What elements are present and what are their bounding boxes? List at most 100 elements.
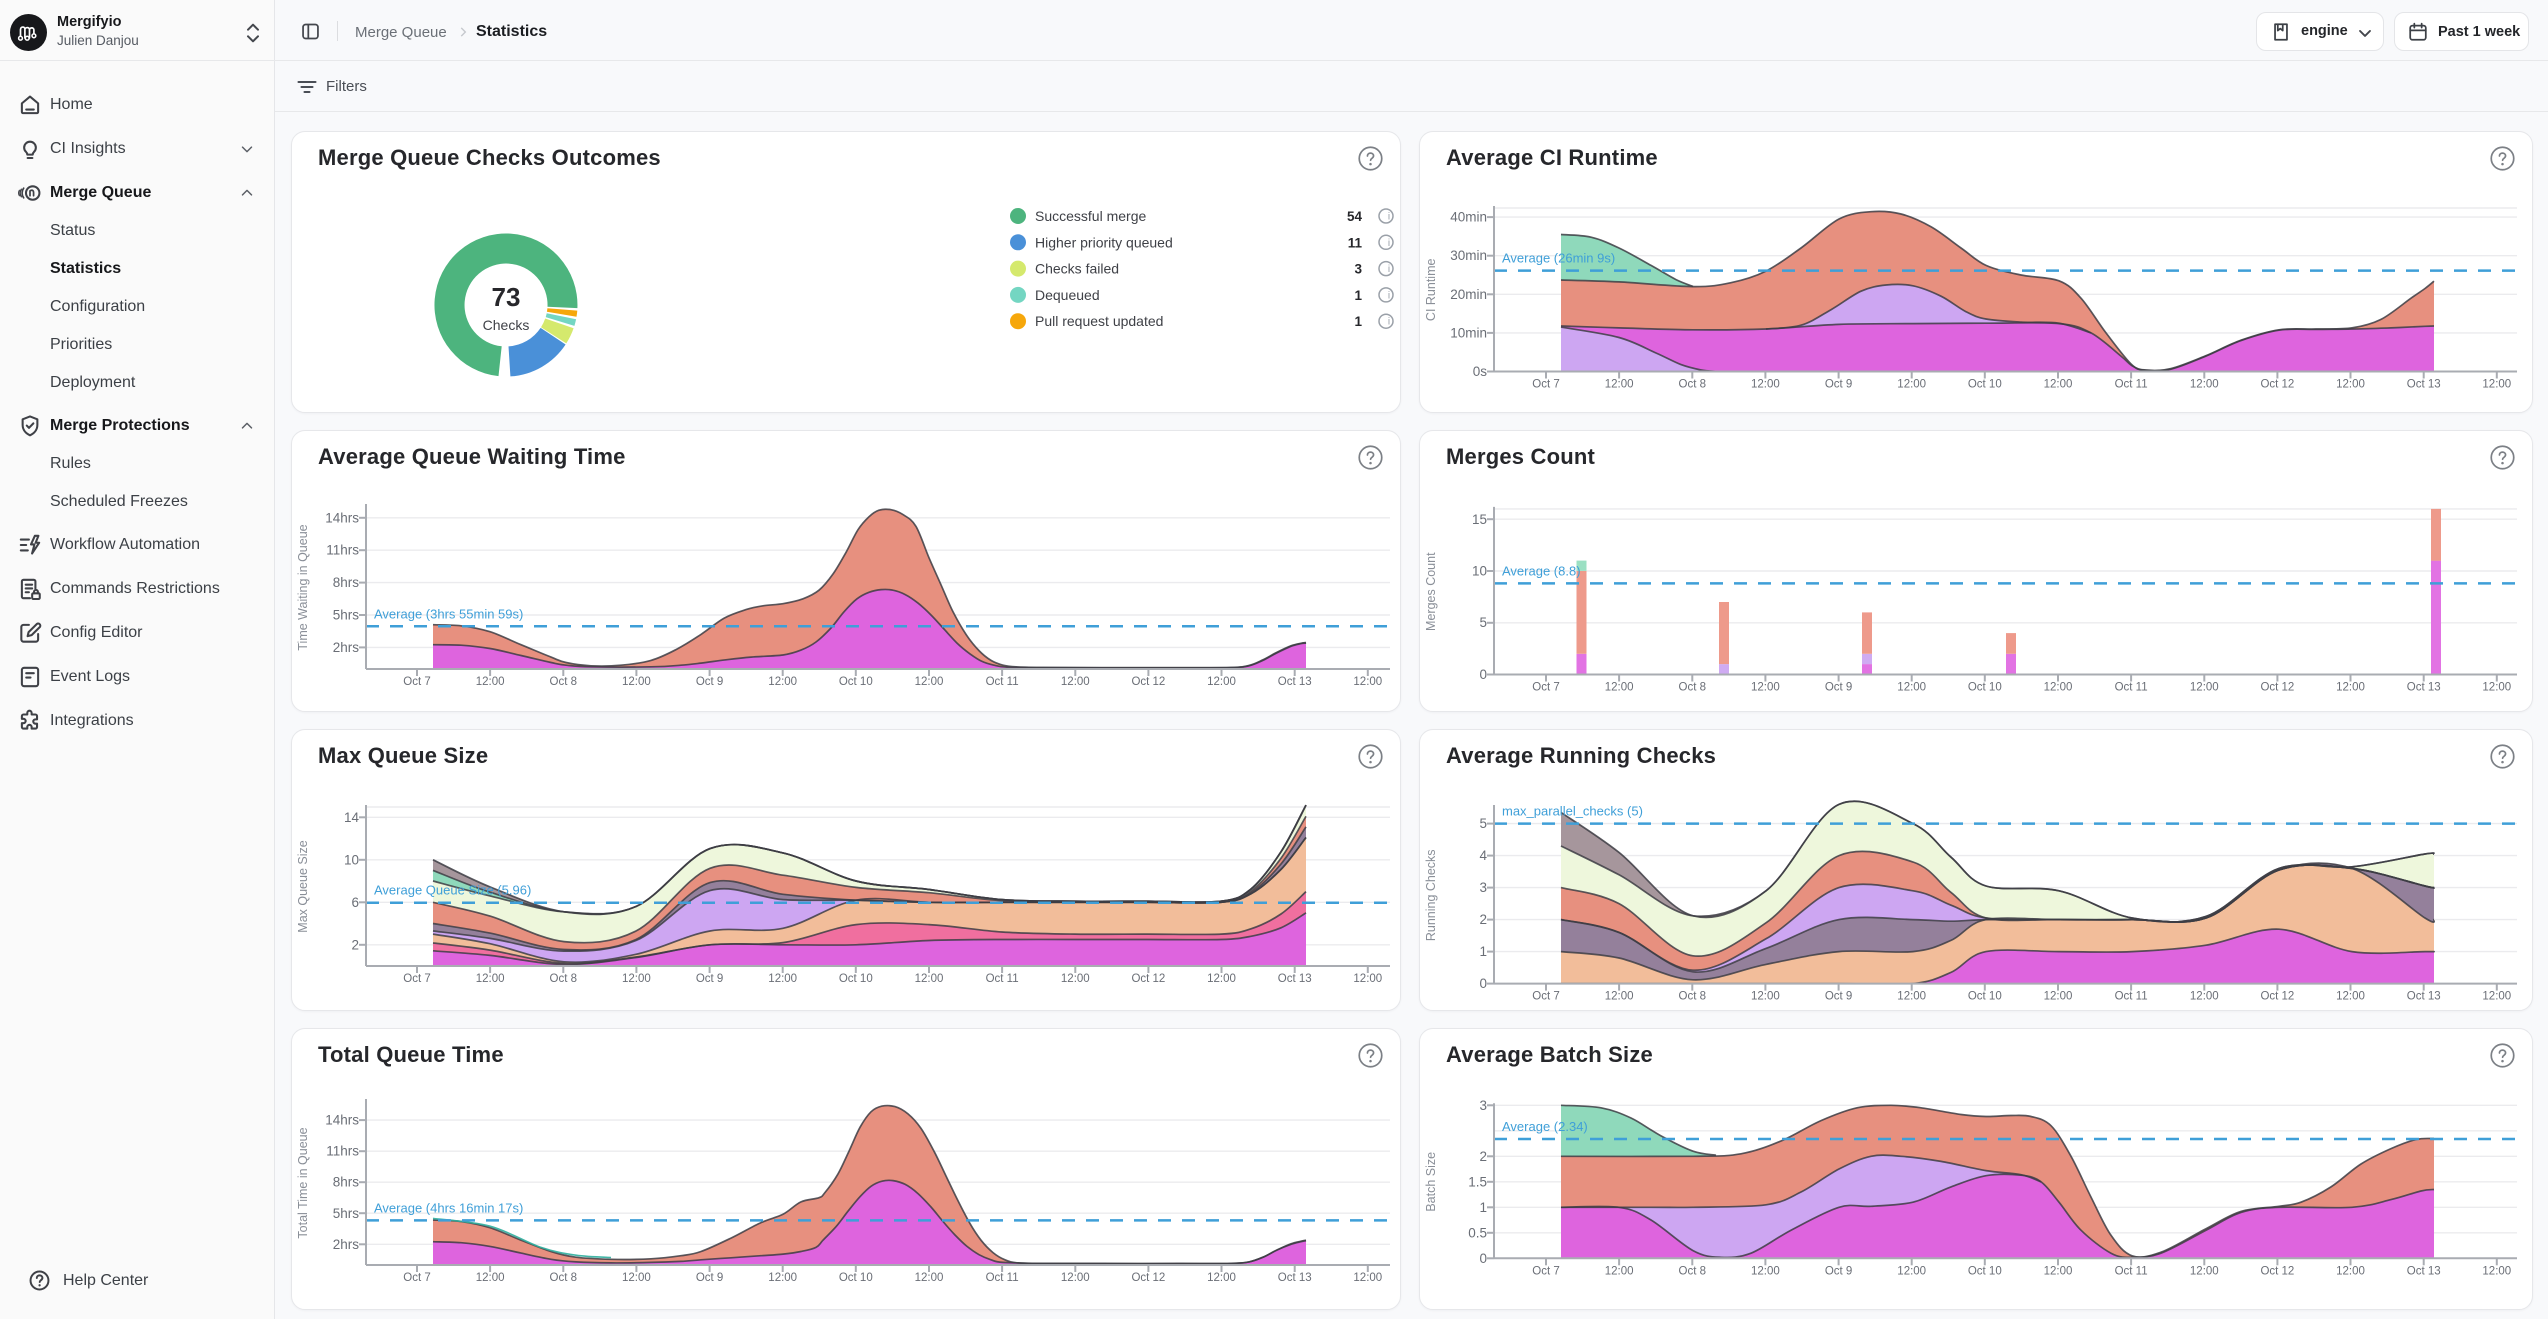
svg-text:3: 3: [1354, 262, 1362, 277]
svg-text:Oct 8: Oct 8: [550, 973, 577, 985]
svg-text:Oct 9: Oct 9: [1825, 1265, 1852, 1277]
svg-text:Oct 13: Oct 13: [2407, 682, 2441, 694]
svg-text:12:00: 12:00: [2482, 1265, 2511, 1277]
svg-text:Oct 8: Oct 8: [550, 676, 577, 688]
svg-text:54: 54: [1347, 209, 1363, 224]
svg-text:i: i: [1388, 264, 1390, 275]
svg-text:Oct 11: Oct 11: [2115, 682, 2148, 694]
svg-text:Oct 13: Oct 13: [1278, 676, 1312, 688]
svg-text:12:00: 12:00: [1605, 991, 1634, 1003]
svg-text:Successful merge: Successful merge: [1035, 208, 1146, 224]
svg-text:Oct 11: Oct 11: [986, 1272, 1019, 1284]
svg-text:Oct 8: Oct 8: [1679, 991, 1706, 1003]
svg-text:0s: 0s: [1473, 364, 1488, 379]
svg-text:Average (4hrs 16min 17s): Average (4hrs 16min 17s): [374, 1200, 523, 1215]
svg-text:12:00: 12:00: [1897, 682, 1926, 694]
svg-text:10min: 10min: [1450, 325, 1487, 340]
svg-text:12:00: 12:00: [1897, 379, 1926, 391]
svg-text:Oct 7: Oct 7: [1532, 682, 1559, 694]
svg-text:5hrs: 5hrs: [333, 608, 360, 623]
svg-text:12:00: 12:00: [2044, 682, 2073, 694]
svg-text:Oct 7: Oct 7: [1532, 1265, 1559, 1277]
svg-text:2: 2: [1479, 1149, 1487, 1164]
svg-text:12:00: 12:00: [2482, 682, 2511, 694]
svg-text:Oct 12: Oct 12: [2260, 991, 2294, 1003]
svg-text:12:00: 12:00: [622, 1272, 651, 1284]
svg-text:5hrs: 5hrs: [333, 1206, 360, 1221]
svg-text:Oct 13: Oct 13: [1278, 973, 1312, 985]
svg-text:Oct 10: Oct 10: [1968, 379, 2002, 391]
svg-text:Oct 8: Oct 8: [1679, 682, 1706, 694]
svg-text:Oct 11: Oct 11: [2115, 1265, 2148, 1277]
svg-text:12:00: 12:00: [2190, 682, 2219, 694]
svg-text:Oct 9: Oct 9: [1825, 682, 1852, 694]
svg-text:Oct 7: Oct 7: [403, 1272, 430, 1284]
svg-text:12:00: 12:00: [1207, 1272, 1236, 1284]
svg-text:Oct 11: Oct 11: [2115, 991, 2148, 1003]
svg-text:Oct 11: Oct 11: [986, 973, 1019, 985]
svg-text:CI Runtime: CI Runtime: [1424, 258, 1438, 321]
svg-text:Oct 11: Oct 11: [986, 676, 1019, 688]
svg-text:1: 1: [1479, 1200, 1487, 1215]
svg-text:Oct 9: Oct 9: [696, 676, 723, 688]
svg-text:Oct 7: Oct 7: [403, 676, 430, 688]
svg-text:12:00: 12:00: [2190, 379, 2219, 391]
svg-text:i: i: [1388, 212, 1390, 223]
svg-text:Oct 9: Oct 9: [1825, 379, 1852, 391]
svg-text:Oct 7: Oct 7: [1532, 379, 1559, 391]
svg-text:12:00: 12:00: [1353, 676, 1382, 688]
svg-text:Max Queue Size: Max Queue Size: [296, 840, 310, 932]
svg-text:12:00: 12:00: [1353, 1272, 1382, 1284]
svg-text:Oct 10: Oct 10: [1968, 991, 2002, 1003]
svg-text:Running Checks: Running Checks: [1424, 849, 1438, 941]
svg-text:Oct 7: Oct 7: [1532, 991, 1559, 1003]
svg-text:1.5: 1.5: [1468, 1174, 1487, 1189]
svg-text:12:00: 12:00: [1751, 682, 1780, 694]
svg-text:0: 0: [1479, 976, 1487, 991]
svg-text:12:00: 12:00: [915, 1272, 944, 1284]
svg-text:12:00: 12:00: [1751, 991, 1780, 1003]
svg-text:12:00: 12:00: [2336, 1265, 2365, 1277]
svg-text:Oct 9: Oct 9: [696, 1272, 723, 1284]
svg-text:i: i: [1388, 290, 1390, 301]
svg-text:1: 1: [1479, 944, 1487, 959]
svg-text:12:00: 12:00: [1751, 1265, 1780, 1277]
svg-text:Merges Count: Merges Count: [1424, 552, 1438, 631]
svg-text:0.5: 0.5: [1468, 1225, 1487, 1240]
svg-text:12:00: 12:00: [2482, 991, 2511, 1003]
svg-text:12:00: 12:00: [1061, 1272, 1090, 1284]
svg-text:12:00: 12:00: [1207, 676, 1236, 688]
svg-text:8hrs: 8hrs: [333, 575, 360, 590]
svg-text:Oct 12: Oct 12: [2260, 682, 2294, 694]
svg-text:14: 14: [344, 810, 360, 825]
svg-text:12:00: 12:00: [2190, 1265, 2219, 1277]
svg-text:12:00: 12:00: [2044, 991, 2073, 1003]
svg-text:2: 2: [351, 937, 359, 952]
svg-text:12:00: 12:00: [622, 973, 651, 985]
svg-text:Oct 9: Oct 9: [1825, 991, 1852, 1003]
svg-text:12:00: 12:00: [1897, 991, 1926, 1003]
svg-text:11hrs: 11hrs: [326, 1144, 359, 1159]
svg-text:6: 6: [351, 895, 359, 910]
svg-text:12:00: 12:00: [915, 676, 944, 688]
svg-text:12:00: 12:00: [1605, 1265, 1634, 1277]
svg-text:Oct 8: Oct 8: [1679, 379, 1706, 391]
svg-text:Batch Size: Batch Size: [1424, 1152, 1438, 1212]
svg-text:12:00: 12:00: [1207, 973, 1236, 985]
svg-text:12:00: 12:00: [1897, 1265, 1926, 1277]
svg-text:Oct 10: Oct 10: [839, 973, 873, 985]
svg-text:i: i: [1388, 317, 1390, 328]
svg-text:11hrs: 11hrs: [326, 543, 359, 558]
svg-text:14hrs: 14hrs: [325, 510, 359, 525]
svg-text:12:00: 12:00: [768, 676, 797, 688]
svg-text:Oct 12: Oct 12: [1131, 973, 1165, 985]
svg-text:8hrs: 8hrs: [333, 1175, 360, 1190]
svg-text:30min: 30min: [1450, 248, 1487, 263]
svg-text:Higher priority queued: Higher priority queued: [1035, 234, 1173, 250]
svg-text:12:00: 12:00: [1605, 682, 1634, 694]
svg-text:10: 10: [344, 852, 359, 867]
svg-text:14hrs: 14hrs: [325, 1113, 359, 1128]
svg-text:12:00: 12:00: [2482, 379, 2511, 391]
svg-text:Oct 13: Oct 13: [2407, 379, 2441, 391]
svg-text:Average (26min 9s): Average (26min 9s): [1502, 251, 1615, 266]
